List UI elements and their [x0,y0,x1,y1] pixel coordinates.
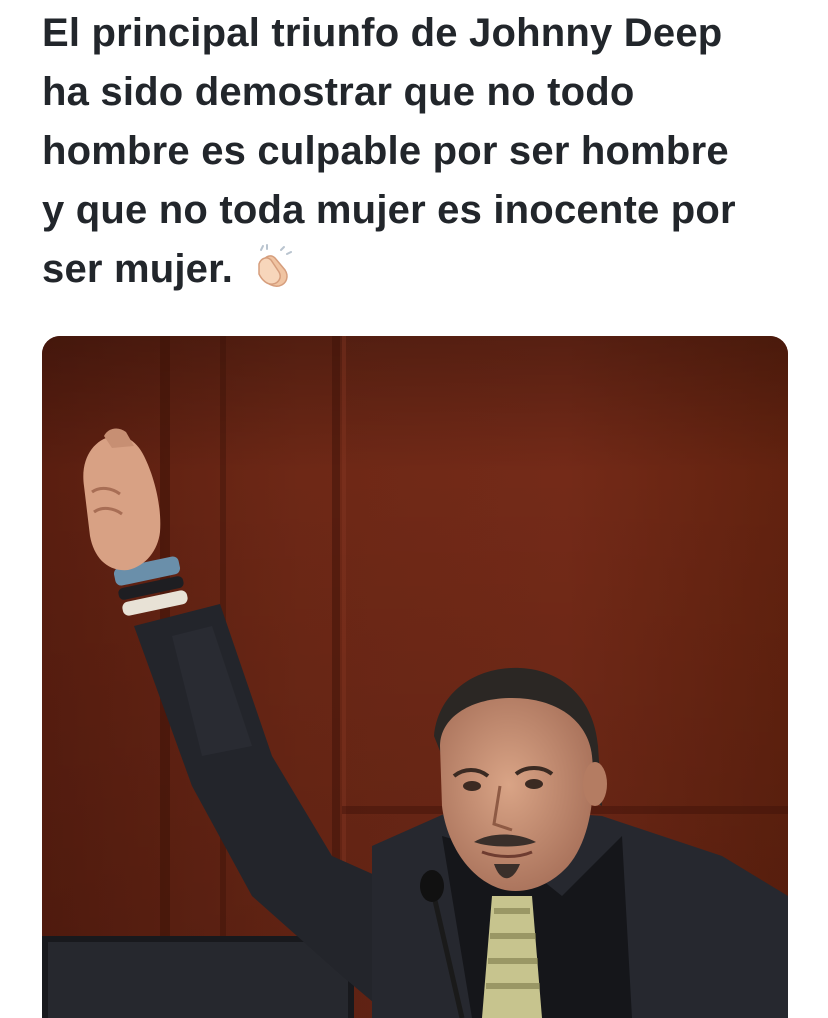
post-photo-image [42,336,788,1018]
clapping-hands-icon [251,244,295,288]
post-photo[interactable] [42,336,788,1018]
post-text-line-5: ser mujer. [42,240,802,299]
post-text-line-1: El principal triunfo de Johnny Deep [42,11,723,55]
post-text-line-4: y que no toda mujer es inocente por [42,188,736,232]
post-text-line-2: ha sido demostrar que no todo [42,70,635,114]
post-text-line-3: hombre es culpable por ser hombre [42,129,729,173]
post-text: El principal triunfo de Johnny Deep ha s… [42,4,802,299]
post-text-line-5-text: ser mujer. [42,247,234,291]
